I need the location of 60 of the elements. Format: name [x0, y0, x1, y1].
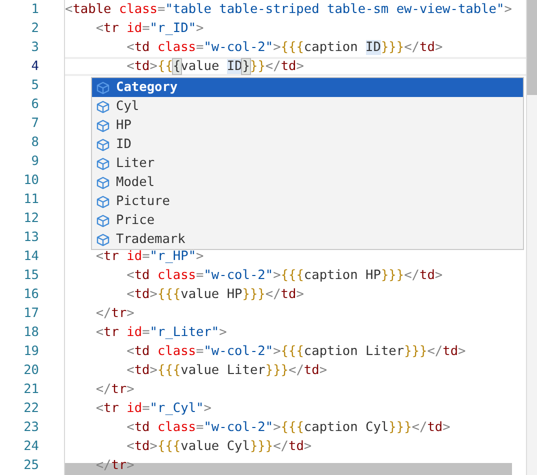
code-line: <table class="table table-striped table-sm ew-view-table">	[65, 2, 512, 17]
code-line: <td>{{{value Cyl}}}</td>	[126, 439, 312, 454]
code-line: <td class="w-col-2">{{{caption ID}}}</td>	[126, 40, 443, 55]
line-number: 1	[30, 1, 39, 19]
suggestion-item[interactable]: HP	[92, 116, 523, 135]
line-number: 5	[30, 77, 39, 95]
code-line: <td class="w-col-2">{{{caption HP}}}</td>	[126, 268, 443, 283]
vertical-scrollbar[interactable]	[526, 0, 537, 475]
line-number: 17	[22, 305, 39, 323]
line-number: 18	[22, 324, 39, 342]
code-line: </tr>	[94, 306, 134, 321]
line-number: 25	[22, 457, 39, 475]
line-number: 13	[22, 229, 39, 247]
line-number: 21	[22, 381, 39, 399]
code-line: <td>{{{value HP}}}</td>	[126, 287, 304, 302]
code-line: <td class="w-col-2">{{{caption Cyl}}}</td>	[126, 420, 450, 435]
suggestion-item[interactable]: Picture	[92, 192, 523, 211]
code-line: <td>{{{value ID}}}</td>	[126, 59, 304, 74]
line-number: 7	[30, 115, 39, 133]
line-number: 9	[30, 153, 39, 171]
cube-icon	[96, 214, 110, 228]
line-number: 2	[30, 20, 39, 38]
line-number: 11	[22, 191, 39, 209]
cube-icon	[96, 100, 110, 114]
line-number: 22	[22, 400, 39, 418]
code-line: <tr id="r_Liter">	[94, 325, 227, 340]
cube-icon	[96, 232, 110, 246]
suggestion-item[interactable]: Category	[92, 78, 523, 97]
line-number: 12	[22, 210, 39, 228]
line-number: 23	[22, 419, 39, 437]
cube-icon	[96, 118, 110, 132]
line-number: 19	[22, 343, 39, 361]
line-number: 10	[22, 172, 39, 190]
suggestion-item[interactable]: ID	[92, 135, 523, 154]
line-number: 16	[22, 286, 39, 304]
line-number: 24	[22, 438, 39, 456]
code-line: <tr id="r_HP">	[94, 249, 204, 264]
cube-icon	[96, 176, 110, 190]
code-line: <td>{{{value Liter}}}</td>	[126, 363, 328, 378]
code-line: <tr id="r_Cyl">	[94, 401, 212, 416]
cube-icon	[96, 80, 110, 94]
cube-icon	[96, 138, 110, 152]
suggestion-item[interactable]: Liter	[92, 154, 523, 173]
suggestion-item[interactable]: Trademark	[92, 230, 523, 249]
line-number: 20	[22, 362, 39, 380]
suggestion-item[interactable]: Cyl	[92, 97, 523, 116]
scrollbar-thumb[interactable]	[527, 0, 537, 95]
suggestion-item[interactable]: Model	[92, 173, 523, 192]
cube-icon	[96, 194, 110, 208]
cube-icon	[96, 156, 110, 170]
line-number: 6	[30, 96, 39, 114]
code-line: <tr id="r_ID">	[94, 21, 204, 36]
suggestion-item[interactable]: Price	[92, 211, 523, 230]
line-number: 4	[30, 58, 39, 76]
code-line: <td class="w-col-2">{{{caption Liter}}}</td>	[126, 344, 466, 359]
line-number: 15	[22, 267, 39, 285]
line-number: 8	[30, 134, 39, 152]
line-number: 3	[30, 39, 39, 57]
code-line: </tr>	[94, 382, 134, 397]
line-number: 14	[22, 248, 39, 266]
